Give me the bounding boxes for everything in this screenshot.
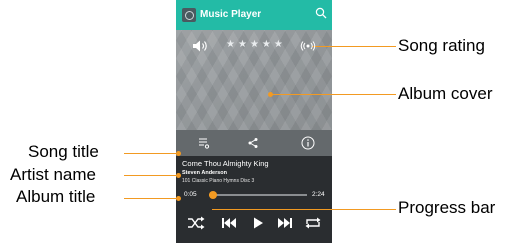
song-info: Come Thou Almighty King Steven Anderson …	[176, 156, 332, 186]
info-icon[interactable]	[301, 136, 315, 150]
rating-star-3[interactable]: ★	[250, 39, 259, 51]
rating-star-5[interactable]: ★	[274, 39, 283, 51]
cover-toolbar	[176, 130, 332, 156]
volume-icon[interactable]	[192, 39, 210, 53]
progress-bar[interactable]	[208, 191, 307, 199]
callout-album-cover: Album cover	[398, 84, 493, 103]
progress-section: 0:05 2:24	[176, 186, 332, 203]
callout-dot-song-title	[176, 151, 181, 156]
cast-icon[interactable]	[300, 41, 316, 51]
callout-line-song-title	[124, 153, 178, 154]
play-icon[interactable]	[252, 216, 264, 230]
album-cover: ★ ★ ★ ★ ★	[176, 30, 332, 130]
music-player-screen: Music Player ★ ★ ★ ★ ★ Come Thou Almight…	[176, 0, 332, 243]
callout-dot-album-title	[176, 196, 181, 201]
app-title: Music Player	[200, 9, 262, 20]
rating-star-4[interactable]: ★	[262, 39, 271, 51]
progress-thumb[interactable]	[208, 191, 217, 199]
app-logo-icon	[182, 8, 196, 22]
callout-line-progress-bar	[212, 209, 396, 210]
callout-artist-name: Artist name	[10, 165, 96, 184]
callout-line-song-rating	[312, 46, 396, 47]
share-icon[interactable]	[247, 137, 259, 149]
rating-star-2[interactable]: ★	[238, 39, 247, 51]
callout-dot-artist-name	[176, 173, 181, 178]
callout-line-album-title	[124, 198, 178, 199]
app-bar: Music Player	[176, 0, 332, 30]
callout-song-rating: Song rating	[398, 36, 485, 55]
callout-song-title: Song title	[28, 142, 99, 161]
rating-star-1[interactable]: ★	[226, 39, 235, 51]
album-title: 101 Classic Piano Hymns Disc 3	[182, 178, 255, 184]
previous-icon[interactable]	[221, 216, 237, 230]
artist-name: Steven Anderson	[182, 170, 228, 176]
song-title: Come Thou Almighty King	[182, 159, 269, 168]
search-icon[interactable]	[315, 7, 327, 19]
total-time: 2:24	[312, 191, 325, 198]
repeat-icon[interactable]	[304, 216, 322, 230]
next-icon[interactable]	[277, 216, 293, 230]
song-rating[interactable]: ★ ★ ★ ★ ★	[226, 39, 283, 51]
callout-album-title: Album title	[16, 187, 96, 206]
queue-icon[interactable]	[198, 137, 210, 149]
elapsed-time: 0:05	[184, 191, 197, 198]
shuffle-icon[interactable]	[187, 216, 205, 230]
callout-progress-bar: Progress bar	[398, 198, 496, 217]
callout-line-album-cover	[272, 94, 396, 95]
callout-line-artist-name	[124, 175, 178, 176]
